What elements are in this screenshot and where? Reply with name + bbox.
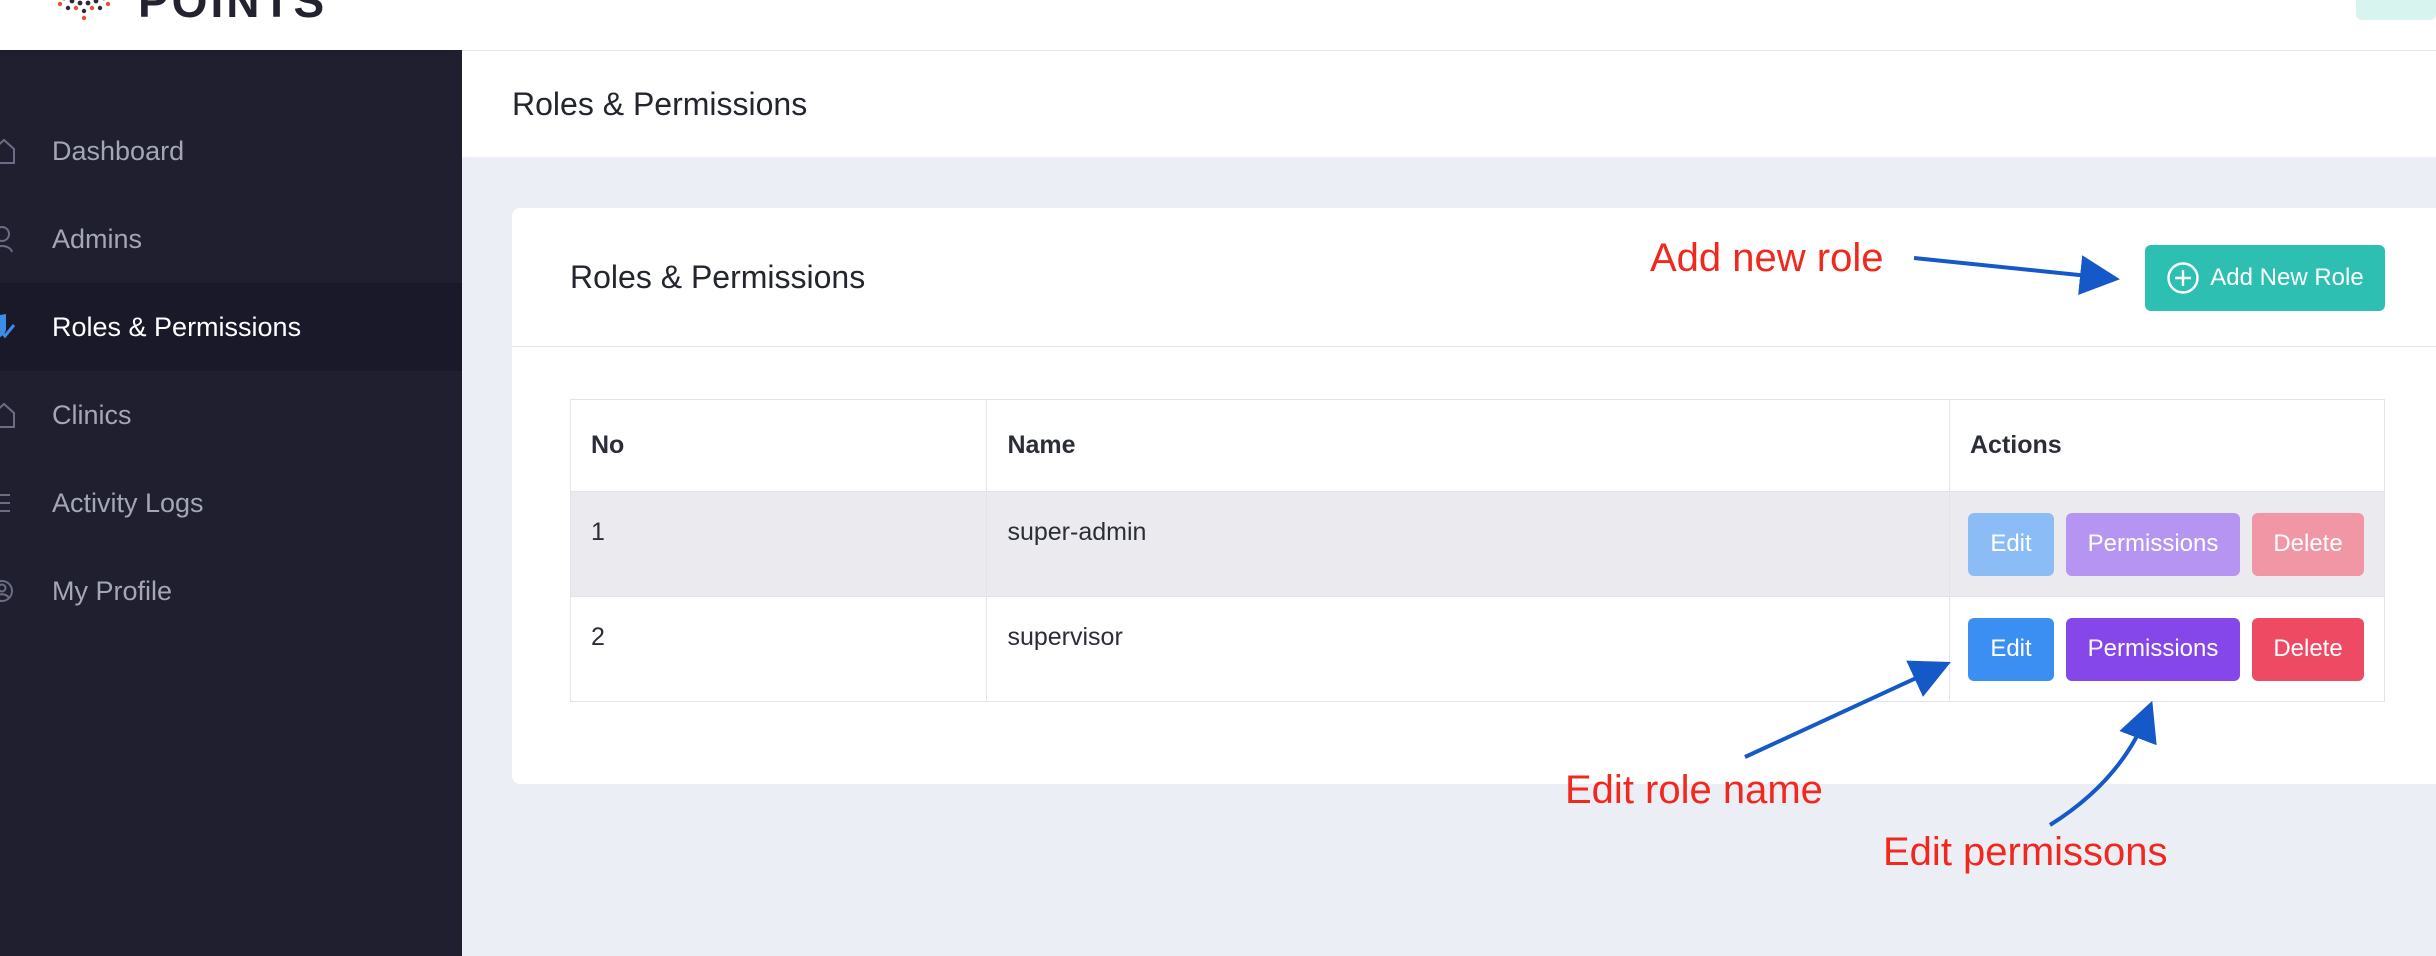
- delete-button[interactable]: Delete: [2252, 617, 2364, 681]
- menu-toggle-icon[interactable]: [366, 0, 388, 8]
- add-new-role-label: Add New Role: [2210, 264, 2364, 291]
- sidebar-item-label: Clinics: [52, 400, 132, 430]
- profile-icon: [0, 580, 13, 602]
- sidebar-item-label: Activity Logs: [52, 488, 204, 518]
- brand-bar: POINTS: [0, 0, 462, 50]
- dotted-logo-icon: [57, 0, 111, 21]
- sidebar-item-label: My Profile: [52, 576, 173, 606]
- top-bar: [462, 0, 2436, 51]
- sidebar-item-my-profile[interactable]: My Profile: [0, 547, 462, 635]
- list-icon: [0, 494, 10, 512]
- table-row: 2 supervisor Edit Permissions Delete: [569, 596, 2385, 702]
- user-icon: [0, 226, 13, 253]
- card-title: Roles & Permissions: [570, 259, 866, 295]
- cell-actions: Edit Permissions Delete: [1949, 596, 2385, 702]
- cell-no: 2: [569, 596, 988, 702]
- table-row: 1 super-admin Edit Permissions Delete: [569, 491, 2385, 597]
- plus-circle-icon: [2167, 262, 2199, 294]
- annotation-add-new-role: Add new role: [1650, 236, 1884, 280]
- shield-check-icon: [0, 314, 16, 339]
- table-header-row: No Name Actions: [569, 399, 2385, 492]
- sidebar-item-dashboard[interactable]: Dashboard: [0, 107, 462, 195]
- sidebar-item-admins[interactable]: Admins: [0, 195, 462, 283]
- topbar-action-button[interactable]: [2356, 0, 2436, 20]
- add-new-role-button[interactable]: Add New Role: [2145, 245, 2385, 311]
- home-icon: [0, 138, 15, 164]
- roles-table: No Name Actions 1 super-admin Edit Permi…: [569, 399, 2385, 702]
- sidebar-item-activity-logs[interactable]: Activity Logs: [0, 459, 462, 547]
- sidebar-item-label: Dashboard: [52, 136, 185, 166]
- sidebar-item-label: Admins: [52, 224, 143, 254]
- cell-no: 1: [569, 491, 988, 597]
- page-header: Roles & Permissions: [462, 51, 2436, 157]
- sidebar-item-roles-permissions[interactable]: Roles & Permissions: [0, 283, 462, 371]
- delete-button[interactable]: Delete: [2252, 512, 2364, 576]
- cell-name: super-admin: [986, 491, 1950, 597]
- annotation-edit-permissions: Edit permissons: [1883, 830, 2168, 874]
- sidebar: POINTS Dashboard Admins Roles & Permissi…: [0, 0, 462, 956]
- column-header-name: Name: [986, 399, 1950, 492]
- permissions-button[interactable]: Permissions: [2066, 617, 2240, 681]
- sidebar-item-clinics[interactable]: Clinics: [0, 371, 462, 459]
- permissions-button[interactable]: Permissions: [2066, 512, 2240, 576]
- edit-button[interactable]: Edit: [1968, 512, 2054, 576]
- edit-button[interactable]: Edit: [1968, 617, 2054, 681]
- annotation-edit-role-name: Edit role name: [1565, 768, 1823, 812]
- roles-card: Roles & Permissions Add New Role No Name…: [512, 208, 2436, 784]
- sidebar-item-label: Roles & Permissions: [52, 312, 302, 342]
- brand-name: POINTS: [138, 0, 328, 27]
- column-header-no: No: [569, 399, 988, 492]
- card-header: Roles & Permissions Add New Role: [512, 208, 2436, 347]
- page-title: Roles & Permissions: [512, 86, 808, 122]
- clinic-icon: [0, 402, 15, 428]
- column-header-actions: Actions: [1949, 399, 2385, 492]
- sidebar-nav: Dashboard Admins Roles & Permissions Cli…: [0, 107, 462, 635]
- cell-actions: Edit Permissions Delete: [1949, 491, 2385, 597]
- cell-name: supervisor: [986, 596, 1950, 702]
